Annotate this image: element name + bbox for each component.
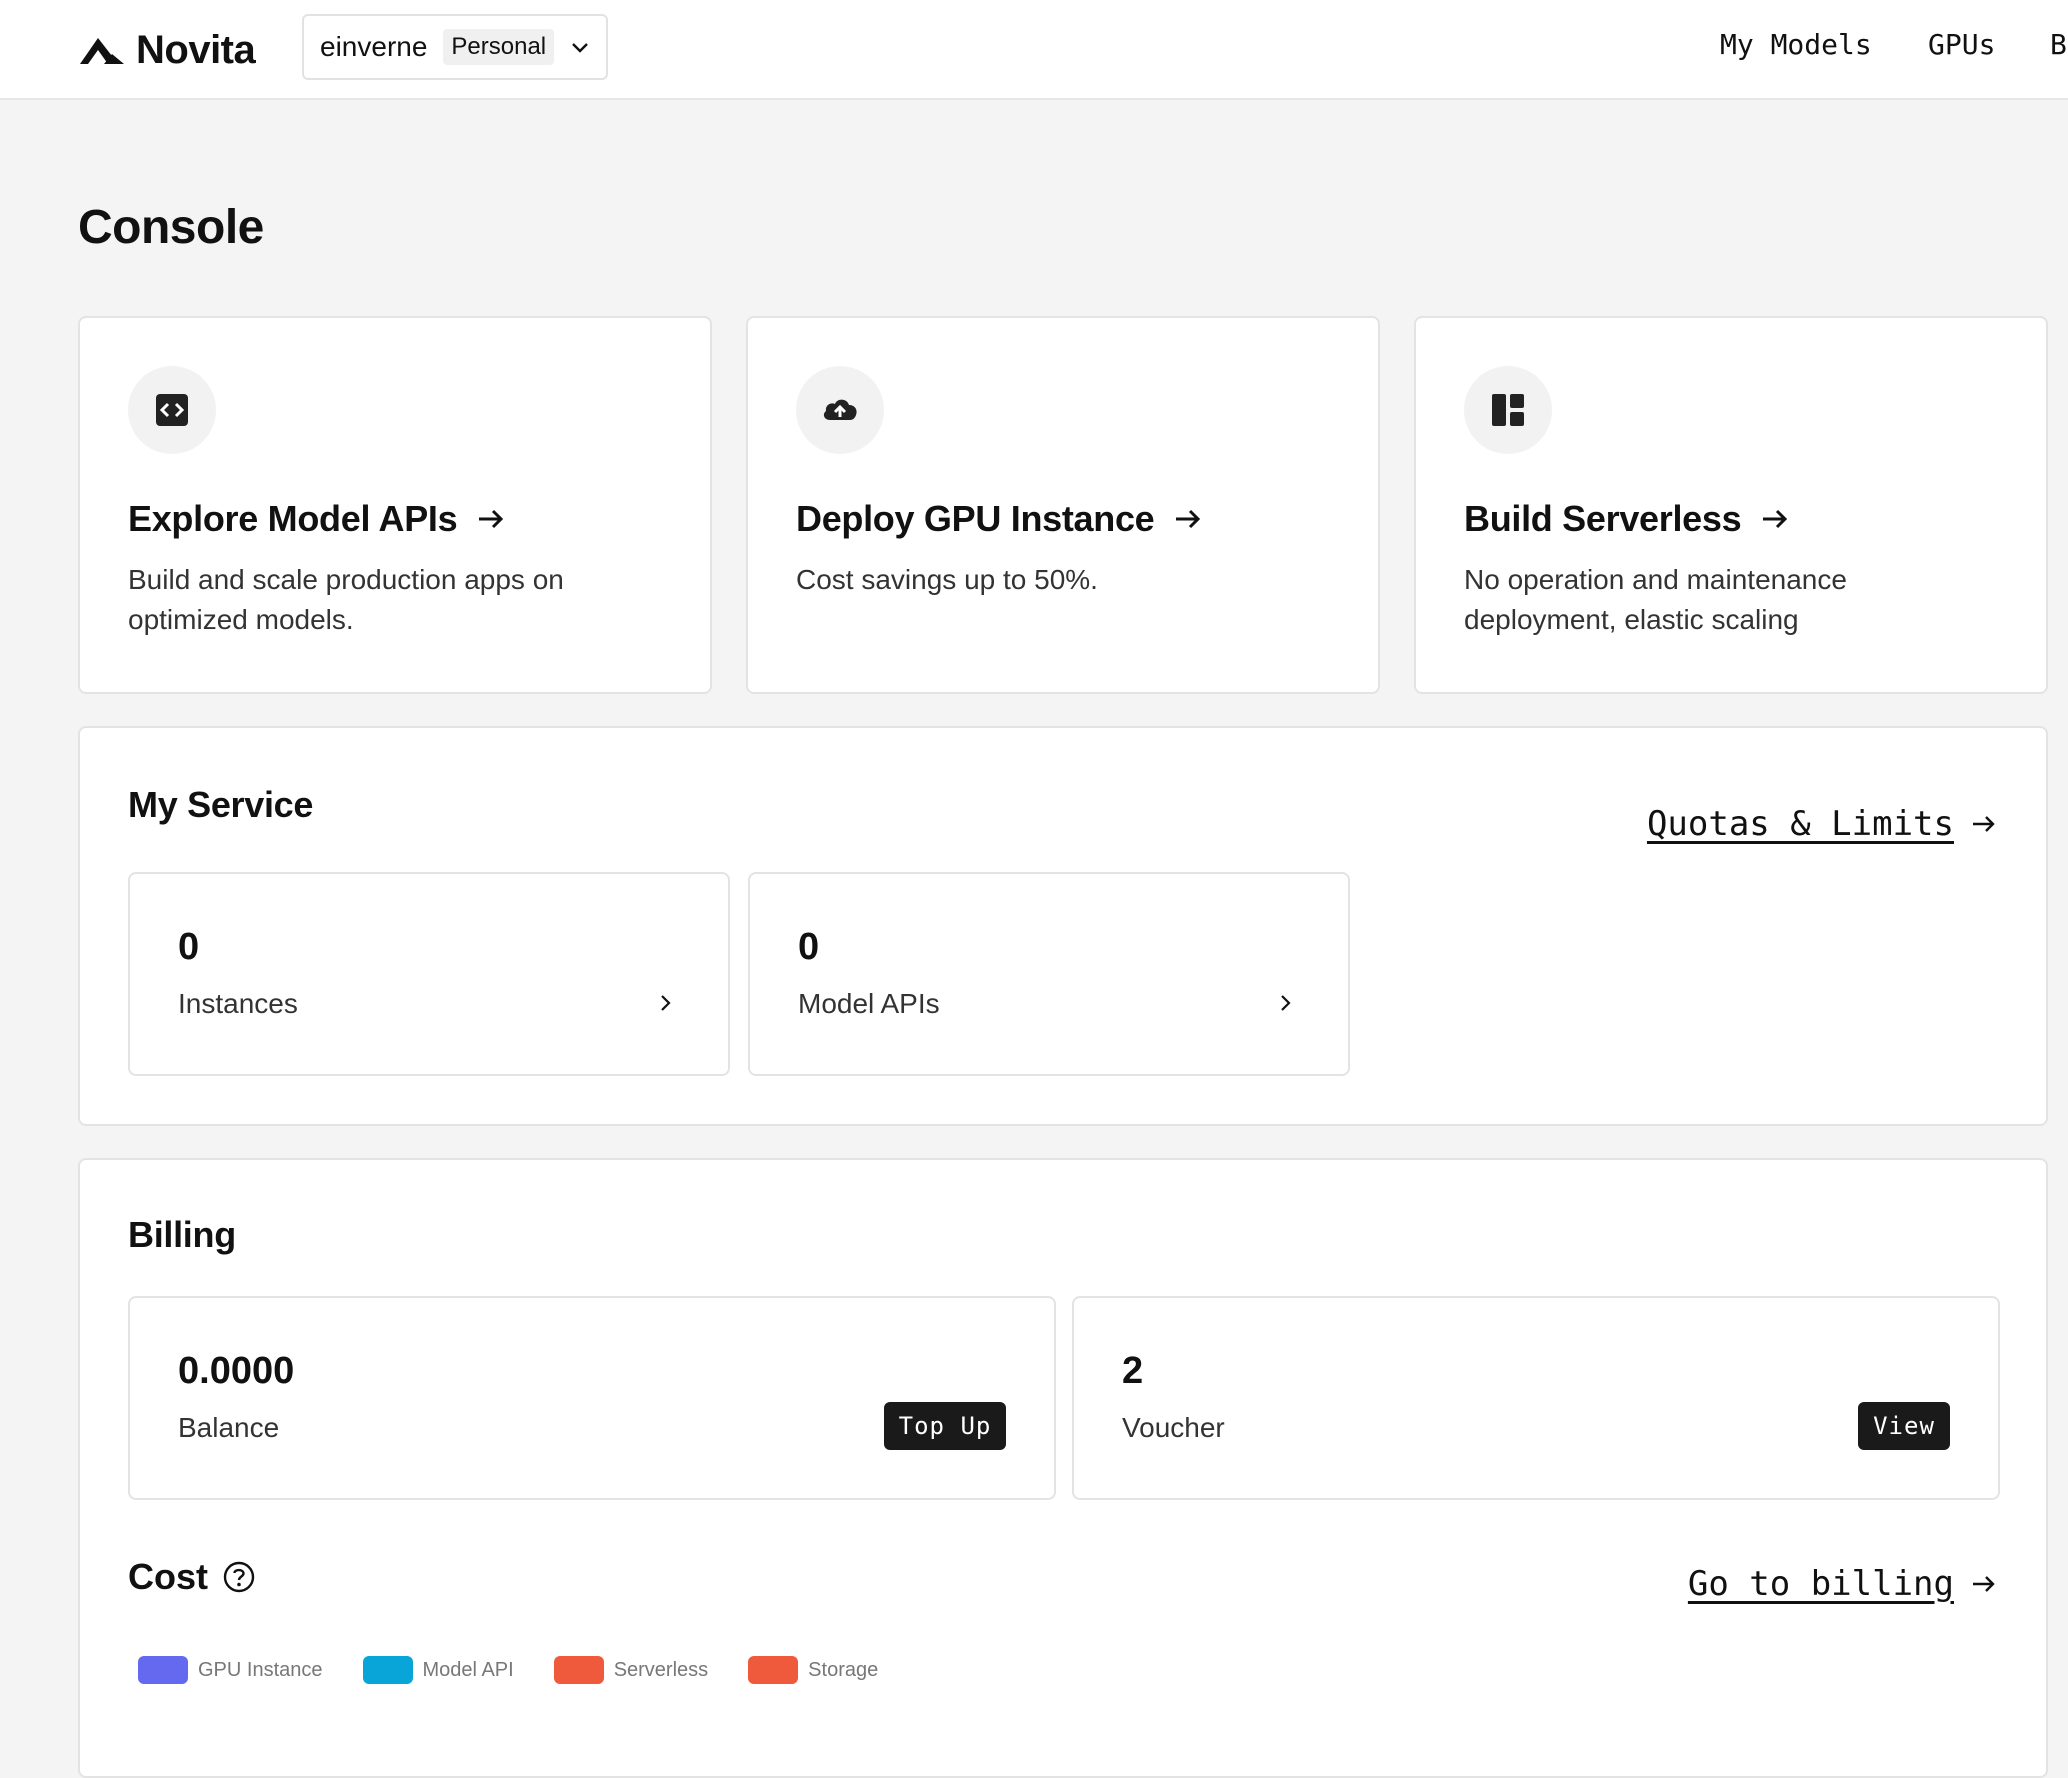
arrow-right-icon <box>479 509 504 529</box>
quotas-limits-link[interactable]: Quotas & Limits <box>1647 804 1998 844</box>
card-description: Cost savings up to 50%. <box>796 564 1098 595</box>
card-title: Deploy GPU Instance <box>796 498 1204 540</box>
stat-value: 0 <box>798 926 820 968</box>
card-title: Explore Model APIs <box>128 498 507 540</box>
model-apis-stat-card[interactable]: 0 Model APIs <box>748 872 1350 1076</box>
legend-swatch <box>138 1656 188 1684</box>
account-name: einverne <box>320 31 428 62</box>
build-serverless-card[interactable]: Build Serverless No operation and mainte… <box>1414 316 2048 694</box>
legend-item-gpu-instance[interactable]: GPU Instance <box>138 1656 323 1684</box>
account-type-badge: Personal <box>443 29 555 65</box>
arrow-right-icon <box>1176 509 1201 529</box>
nav-my-models[interactable]: My Models <box>1720 28 1872 61</box>
dashboard-layout-icon <box>1464 366 1552 454</box>
go-to-billing-link[interactable]: Go to billing <box>1688 1564 1998 1604</box>
instances-stat-card[interactable]: 0 Instances <box>128 872 730 1076</box>
section-title: My Service <box>128 784 314 825</box>
cost-chart-legend: GPU Instance Model API Serverless Storag… <box>138 1656 918 1684</box>
balance-label: Balance <box>178 1412 280 1443</box>
cost-heading: Cost <box>128 1556 256 1598</box>
legend-label: Model API <box>422 1658 514 1681</box>
billing-section: Billing 0.0000 Balance Top Up 2 Voucher … <box>78 1158 2048 1778</box>
voucher-value: 2 <box>1122 1350 1144 1392</box>
explore-model-apis-card[interactable]: Explore Model APIs Build and scale produ… <box>78 316 712 694</box>
legend-swatch <box>748 1656 799 1684</box>
card-title-text: Deploy GPU Instance <box>796 498 1155 539</box>
chevron-down-icon <box>572 43 588 53</box>
page-title: Console <box>78 201 264 254</box>
section-title: Billing <box>128 1214 236 1255</box>
legend-swatch <box>362 1656 413 1684</box>
voucher-label: Voucher <box>1122 1412 1225 1443</box>
card-description: Build and scale production apps on optim… <box>128 564 564 635</box>
nav-truncated-item[interactable]: B <box>2050 28 2067 61</box>
balance-value: 0.0000 <box>178 1350 295 1392</box>
top-header: Novita einverne Personal My Models GPUs … <box>0 0 2068 100</box>
legend-item-storage[interactable]: Storage <box>748 1656 878 1684</box>
code-icon <box>128 366 216 454</box>
voucher-card: 2 Voucher View <box>1072 1296 2000 1500</box>
legend-label: Serverless <box>613 1658 709 1681</box>
card-title-text: Explore Model APIs <box>128 498 458 539</box>
card-description: No operation and maintenance deployment,… <box>1464 564 1847 635</box>
link-text: Go to billing <box>1687 1564 1954 1604</box>
arrow-right-icon <box>1973 1576 1995 1592</box>
account-switcher[interactable]: einverne Personal <box>302 14 608 80</box>
novita-logo[interactable]: Novita <box>78 26 256 74</box>
chevron-right-icon <box>1281 995 1291 1011</box>
stat-label: Model APIs <box>798 988 940 1019</box>
link-text: Quotas & Limits <box>1646 804 1954 844</box>
card-title: Build Serverless <box>1464 498 1791 540</box>
legend-label: Storage <box>808 1658 879 1681</box>
my-service-section: My Service Quotas & Limits 0 Instances 0… <box>78 726 2048 1126</box>
logo-text: Novita <box>136 27 256 72</box>
legend-swatch <box>553 1656 604 1684</box>
stat-value: 0 <box>178 926 200 968</box>
arrow-right-icon <box>1973 816 1995 832</box>
cloud-upload-icon <box>796 366 884 454</box>
chevron-right-icon <box>661 995 671 1011</box>
stat-label: Instances <box>178 988 298 1019</box>
card-title-text: Build Serverless <box>1464 498 1742 539</box>
legend-label: GPU Instance <box>198 1658 323 1681</box>
view-voucher-button[interactable]: View <box>1858 1402 1950 1450</box>
arrow-right-icon <box>1763 509 1788 529</box>
nav-gpus[interactable]: GPUs <box>1928 28 1995 61</box>
cost-title: Cost <box>128 1556 208 1597</box>
top-up-button[interactable]: Top Up <box>884 1402 1006 1450</box>
legend-item-serverless[interactable]: Serverless <box>553 1656 709 1684</box>
deploy-gpu-instance-card[interactable]: Deploy GPU Instance Cost savings up to 5… <box>746 316 1380 694</box>
novita-logo-icon <box>80 38 124 64</box>
help-circle-icon[interactable] <box>222 1560 256 1594</box>
balance-card: 0.0000 Balance Top Up <box>128 1296 1056 1500</box>
legend-item-model-api[interactable]: Model API <box>362 1656 514 1684</box>
